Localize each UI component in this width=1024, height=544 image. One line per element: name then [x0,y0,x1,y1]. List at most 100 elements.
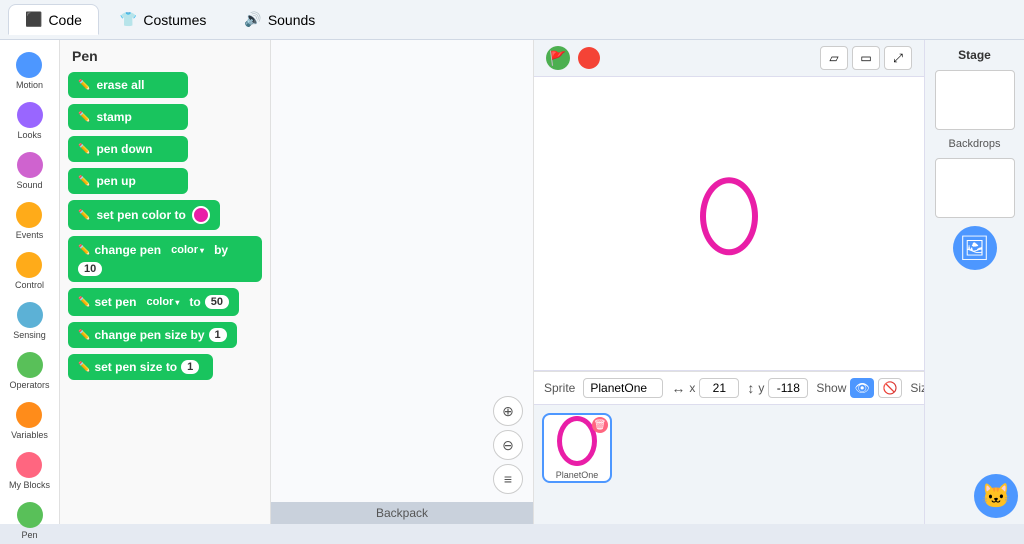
y-coord-input[interactable] [768,378,808,398]
events-dot [16,202,42,228]
block-row-change-pen-size: ✏️ change pen size by 1 [68,322,262,348]
category-operators[interactable]: Operators [5,348,53,394]
variables-dot [16,402,42,428]
sound-label: Sound [16,180,42,190]
stage-view-buttons: ▱ ▭ ⤢ [820,46,912,70]
block-change-pen-size[interactable]: ✏️ change pen size by 1 [68,322,237,348]
small-stage-button[interactable]: ▱ [820,46,848,70]
block-pen-down[interactable]: ✏️ pen down [68,136,188,162]
blocks-panel: Pen ✏️ erase all ✏️ stamp ✏️ pen down ✏️… [60,40,270,524]
add-backdrop-button[interactable]: 🖼 [953,226,997,270]
block-row-set-pen-color-num: ✏️ set pen color ▾ to 50 [68,288,262,316]
zoom-in-button[interactable]: ⊕ [493,396,523,426]
block-row-stamp: ✏️ stamp [68,104,262,130]
x-coord-input[interactable] [699,378,739,398]
category-motion[interactable]: Motion [12,48,47,94]
normal-stage-button[interactable]: ▭ [852,46,880,70]
stage-toolbar: 🚩 ▱ ▭ ⤢ [534,40,924,77]
myblocks-dot [16,452,42,478]
backpack-label: Backpack [376,506,428,520]
block-pen-up[interactable]: ✏️ pen up [68,168,188,194]
sprite-info-bar: Sprite ↔ x ↕ y Show 👁 🚫 [534,371,924,404]
sensing-label: Sensing [13,330,46,340]
tab-code[interactable]: ⬛ Code [8,4,99,35]
block-stamp[interactable]: ✏️ stamp [68,104,188,130]
events-label: Events [16,230,44,240]
color-dropdown[interactable]: color ▾ [165,242,210,258]
stage-canvas [534,77,924,371]
sprite-name-label: PlanetOne [556,470,599,480]
tab-costumes-label: Costumes [143,12,206,28]
looks-dot [17,102,43,128]
x-coord-group: ↔ x [671,378,739,398]
right-panel: Stage Backdrops 🖼 [924,40,1024,524]
change-color-pencil-icon: ✏️ [78,245,90,256]
block-row-erase-all: ✏️ erase all [68,72,262,98]
hide-eye-button[interactable]: 🚫 [878,378,902,398]
stage-section-label: Stage [958,48,991,62]
block-set-pen-color-num[interactable]: ✏️ set pen color ▾ to 50 [68,288,239,316]
block-erase-all[interactable]: ✏️ erase all [68,72,188,98]
fullscreen-button[interactable]: ⤢ [884,46,912,70]
backdrops-label: Backdrops [949,138,1001,150]
backdrop-thumb [935,158,1015,218]
category-pen[interactable]: Pen [13,498,47,544]
set-size-value[interactable]: 1 [181,360,199,374]
change-color-value[interactable]: 10 [78,262,102,276]
sprite-pane: 🗑 PlanetOne 🐱 [534,404,924,524]
pen-up-icon: ✏️ [78,176,90,187]
sound-dot [17,152,43,178]
change-size-pencil-icon: ✏️ [78,330,90,341]
pencil-icon-1: ✏️ [78,80,90,91]
tab-sounds-label: Sounds [268,12,315,28]
category-sound[interactable]: Sound [12,148,46,194]
categories-panel: Motion Looks Sound Events Control Sensin… [0,40,60,524]
sensing-dot [17,302,43,328]
backpack-bar[interactable]: Backpack [271,502,533,524]
block-row-set-pen-size: ✏️ set pen size to 1 [68,354,262,380]
block-set-pen-size[interactable]: ✏️ set pen size to 1 [68,354,213,380]
sprite-label: Sprite [544,381,575,395]
myblocks-label: My Blocks [9,480,50,490]
category-myblocks[interactable]: My Blocks [5,448,54,494]
category-sensing[interactable]: Sensing [9,298,50,344]
block-pen-up-label: pen up [96,174,135,188]
set-color-num-pencil-icon: ✏️ [78,297,90,308]
variables-label: Variables [11,430,48,440]
category-variables[interactable]: Variables [7,398,52,444]
change-size-value[interactable]: 1 [209,328,227,342]
block-change-pen-color[interactable]: ✏️ change pen color ▾ by 10 [68,236,262,282]
category-looks[interactable]: Looks [13,98,47,144]
sprite-thumb-planetone[interactable]: 🗑 PlanetOne [542,413,612,483]
block-row-pen-up: ✏️ pen up [68,168,262,194]
sprite-delete-button[interactable]: 🗑 [592,417,608,433]
main-layout: Motion Looks Sound Events Control Sensin… [0,40,1024,524]
green-flag-button[interactable]: 🚩 [546,46,570,70]
stage-controls: 🚩 [546,46,600,70]
color-picker[interactable] [192,206,210,224]
show-group: Show 👁 🚫 [816,378,902,398]
looks-label: Looks [17,130,41,140]
stage-oval [700,177,758,255]
control-label: Control [15,280,44,290]
code-icon: ⬛ [25,11,42,28]
block-set-pen-color[interactable]: ✏️ set pen color to [68,200,220,230]
category-events[interactable]: Events [12,198,48,244]
tab-sounds[interactable]: 🔊 Sounds [227,4,332,35]
category-control[interactable]: Control [11,248,48,294]
stage-area: 🚩 ▱ ▭ ⤢ Sprite ↔ x [534,40,924,524]
tab-costumes[interactable]: 👕 Costumes [103,4,223,35]
block-row-change-pen-color: ✏️ change pen color ▾ by 10 [68,236,262,282]
sprite-name-input[interactable] [583,378,663,398]
set-color-value[interactable]: 50 [205,295,229,309]
block-stamp-label: stamp [96,110,131,124]
pen-down-icon: ✏️ [78,144,90,155]
zoom-fit-button[interactable]: ≡ [493,464,523,494]
stop-button[interactable] [578,47,600,69]
set-color-dropdown[interactable]: color ▾ [140,294,185,310]
zoom-out-button[interactable]: ⊖ [493,430,523,460]
show-eye-button[interactable]: 👁 [850,378,874,398]
x-arrows-icon: ↔ [671,380,685,396]
y-coord-group: ↕ y [747,378,808,398]
tab-bar: ⬛ Code 👕 Costumes 🔊 Sounds [0,0,1024,40]
